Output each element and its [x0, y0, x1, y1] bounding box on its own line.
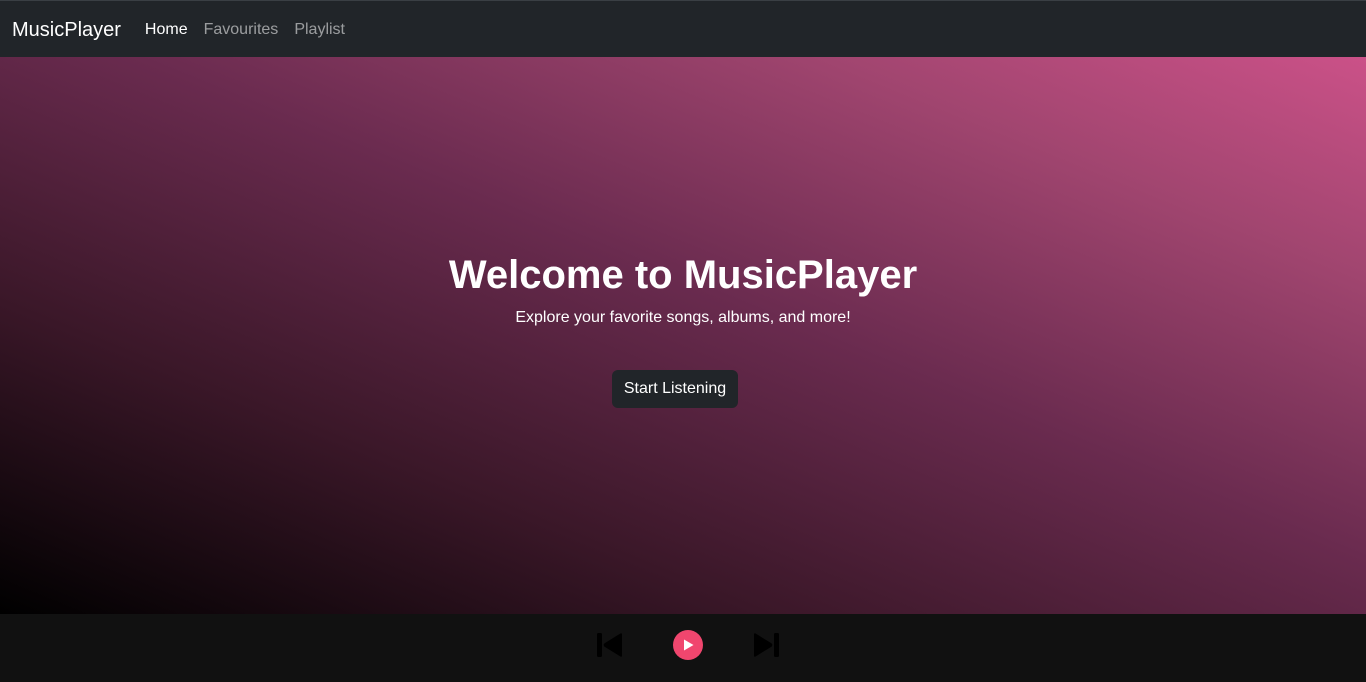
hero-title: Welcome to MusicPlayer — [448, 253, 918, 297]
top-navbar: MusicPlayer Home Favourites Playlist — [0, 0, 1366, 57]
music-player-page: MusicPlayer Home Favourites Playlist Wel… — [0, 0, 1366, 682]
play-icon — [673, 630, 703, 660]
player-controls-bar — [0, 614, 1366, 682]
skip-previous-icon — [597, 633, 622, 657]
nav-link-playlist[interactable]: Playlist — [294, 21, 345, 39]
start-listening-button[interactable]: Start Listening — [612, 370, 738, 408]
skip-next-icon — [754, 633, 779, 657]
hero-section: Welcome to MusicPlayer Explore your favo… — [0, 57, 1366, 614]
previous-track-button[interactable] — [596, 630, 624, 660]
nav-link-favourites[interactable]: Favourites — [204, 21, 279, 39]
play-button[interactable] — [672, 630, 704, 660]
brand-logo[interactable]: MusicPlayer — [12, 19, 121, 42]
hero-subtitle: Explore your favorite songs, albums, and… — [515, 309, 851, 326]
next-track-button[interactable] — [752, 630, 780, 660]
nav-link-home[interactable]: Home — [145, 21, 188, 39]
nav-links: Home Favourites Playlist — [145, 20, 345, 39]
